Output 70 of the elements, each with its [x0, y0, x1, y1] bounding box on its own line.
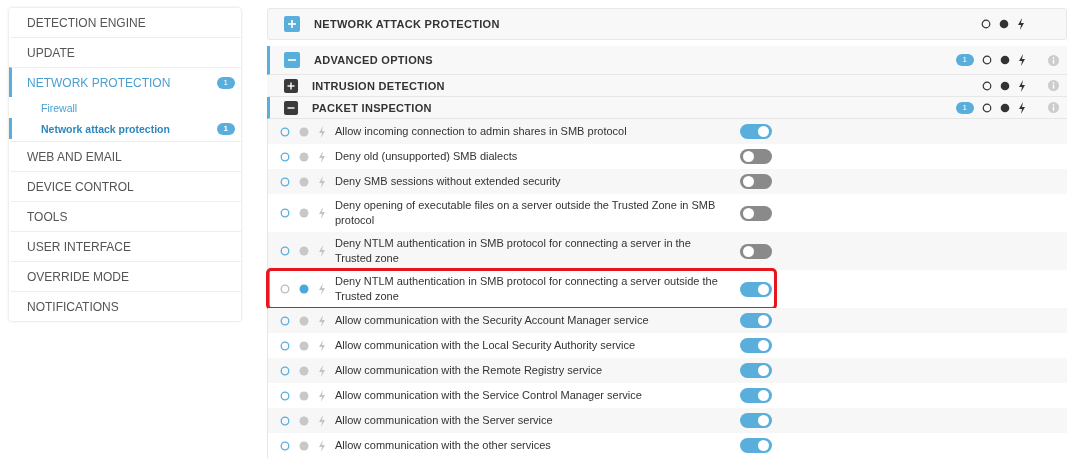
- dot-icon[interactable]: [1000, 102, 1010, 113]
- sidebar-item[interactable]: DEVICE CONTROL: [9, 171, 241, 201]
- sidebar-item[interactable]: UPDATE: [9, 37, 241, 67]
- toggle-switch[interactable]: [740, 413, 772, 428]
- setting-label: Deny old (unsupported) SMB dialects: [335, 149, 519, 164]
- collapse-icon[interactable]: [284, 100, 298, 115]
- sidebar-subitem[interactable]: Network attack protection 1: [9, 118, 241, 139]
- toggle-switch[interactable]: [740, 243, 772, 259]
- dot-icon[interactable]: [999, 18, 1009, 29]
- toggle-switch[interactable]: [740, 438, 772, 453]
- count-badge: 1: [216, 76, 235, 89]
- setting-label: Allow communication with the Server service: [335, 413, 554, 428]
- expand-icon[interactable]: [284, 78, 298, 93]
- toggle-switch[interactable]: [740, 388, 772, 403]
- dot-icon[interactable]: [299, 126, 309, 137]
- setting-label: Allow communication with the Local Security Authority service: [335, 338, 637, 353]
- dot-icon[interactable]: [299, 315, 309, 326]
- toggle-switch[interactable]: [740, 281, 772, 297]
- dot-icon[interactable]: [299, 340, 309, 351]
- circle-icon[interactable]: [981, 18, 991, 29]
- toggle-switch[interactable]: [740, 124, 772, 139]
- dot-icon[interactable]: [1000, 80, 1010, 91]
- sidebar-item[interactable]: USER INTERFACE: [9, 231, 241, 261]
- sidebar-item[interactable]: TOOLS: [9, 201, 241, 231]
- toggle-switch[interactable]: [740, 313, 772, 328]
- circle-icon[interactable]: [982, 102, 992, 113]
- sidebar-item[interactable]: NOTIFICATIONS: [9, 291, 241, 321]
- dot-icon[interactable]: [1000, 55, 1010, 66]
- setting-label: Allow incoming connection to admin shares in SMB protocol: [335, 124, 628, 139]
- dot-icon[interactable]: [299, 284, 309, 294]
- circle-icon[interactable]: [982, 55, 992, 66]
- setting-label: Deny NTLM authentication in SMB protocol for connecting a server in the Trusted zone: [335, 236, 692, 266]
- dot-icon[interactable]: [299, 246, 309, 256]
- setting-label: Deny NTLM authentication in SMB protocol for connecting a server outside the Trusted zone: [335, 274, 719, 304]
- setting-label: Deny opening of executable files on a server outside the Trusted Zone in SMB protocol: [335, 198, 717, 228]
- dot-icon[interactable]: [299, 151, 309, 162]
- dot-icon[interactable]: [299, 365, 309, 376]
- toggle-switch[interactable]: [740, 149, 772, 164]
- toggle-switch[interactable]: [740, 174, 772, 189]
- sidebar-item[interactable]: DETECTION ENGINE: [9, 8, 241, 37]
- toggle-switch[interactable]: [740, 363, 772, 378]
- section-header[interactable]: NETWORK ATTACK PROTECTION: [267, 8, 1067, 40]
- count-badge: 1: [955, 101, 974, 114]
- lightning-icon[interactable]: [1018, 79, 1026, 92]
- toggle-switch[interactable]: [740, 338, 772, 353]
- lightning-icon[interactable]: [1018, 54, 1026, 67]
- dot-icon[interactable]: [299, 208, 309, 218]
- dot-icon[interactable]: [299, 415, 309, 426]
- section-header[interactable]: PACKET INSPECTION 1: [267, 97, 1067, 119]
- sidebar-item[interactable]: WEB AND EMAIL: [9, 141, 241, 171]
- section-header[interactable]: ADVANCED OPTIONS 1: [267, 45, 1067, 76]
- setting-label: Allow communication with the other services: [335, 438, 552, 453]
- lightning-icon[interactable]: [1018, 101, 1026, 114]
- setting-label: Allow communication with the Security Account Manager service: [335, 313, 650, 328]
- dot-icon[interactable]: [299, 390, 309, 401]
- count-badge: 1: [216, 122, 235, 135]
- sidebar-item[interactable]: OVERRIDE MODE: [9, 261, 241, 291]
- lightning-icon[interactable]: [1017, 17, 1025, 30]
- info-icon[interactable]: [1048, 80, 1059, 92]
- dot-icon[interactable]: [299, 440, 309, 451]
- circle-icon[interactable]: [982, 80, 992, 91]
- count-badge: 1: [955, 54, 974, 67]
- dot-icon[interactable]: [299, 176, 309, 187]
- toggle-switch[interactable]: [740, 205, 772, 221]
- setting-label: Deny SMB sessions without extended security: [335, 174, 562, 189]
- info-icon[interactable]: [1048, 102, 1059, 114]
- setting-label: Allow communication with the Service Control Manager service: [335, 388, 643, 403]
- section-header[interactable]: INTRUSION DETECTION: [267, 75, 1067, 98]
- setting-label: Allow communication with the Remote Registry service: [335, 363, 604, 378]
- info-icon[interactable]: [1048, 54, 1059, 66]
